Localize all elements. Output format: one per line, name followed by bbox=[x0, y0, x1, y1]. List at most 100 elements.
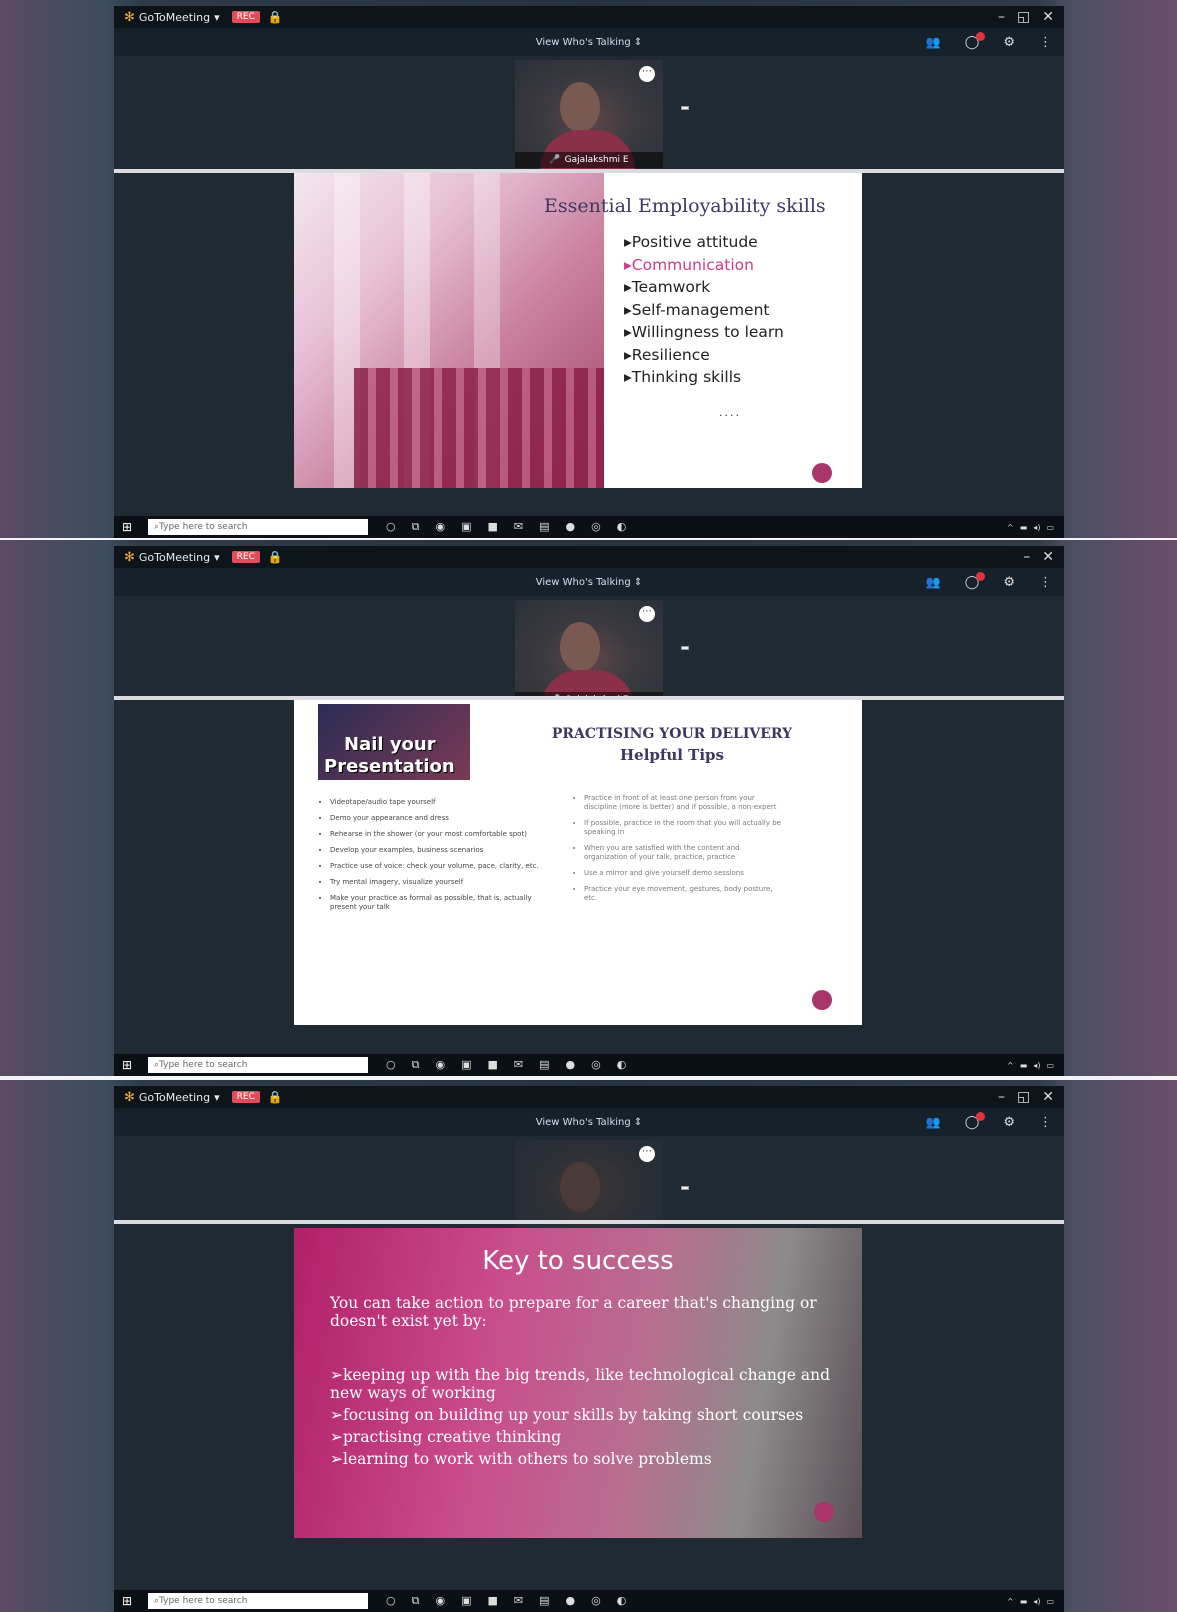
view-selector[interactable]: View Who's Talking ⇕ bbox=[536, 577, 643, 588]
slide-page-badge bbox=[814, 1502, 834, 1522]
restore-icon[interactable]: ◱ bbox=[1017, 9, 1030, 25]
taskbar-search-input[interactable]: ⌕ Type here to search bbox=[148, 1057, 368, 1073]
recording-dot-icon bbox=[976, 1111, 986, 1121]
taskbar-search-input[interactable]: ⌕ Type here to search bbox=[148, 1593, 368, 1609]
slide-photo bbox=[294, 173, 604, 488]
view-selector[interactable]: View Who's Talking ⇕ bbox=[536, 1117, 643, 1128]
slide-page-badge bbox=[812, 463, 832, 483]
edge-icon[interactable]: ◉ bbox=[435, 520, 445, 534]
skill-text: Teamwork bbox=[631, 278, 711, 296]
view-selector[interactable]: View Who's Talking ⇕ bbox=[536, 37, 643, 48]
chrome-icon[interactable]: ◎ bbox=[591, 520, 601, 534]
recording-badge[interactable]: REC bbox=[231, 551, 260, 563]
volume-icon[interactable]: ◂) bbox=[1033, 1061, 1040, 1070]
volume-icon[interactable]: ◂) bbox=[1033, 1597, 1040, 1606]
minimize-icon[interactable]: – bbox=[998, 1089, 1005, 1105]
gotomeeting-taskbar-icon[interactable]: ◐ bbox=[617, 1594, 627, 1608]
minimize-icon[interactable]: – bbox=[1023, 549, 1030, 565]
task-view-icon[interactable]: ⧉ bbox=[412, 1594, 420, 1608]
mail-icon[interactable]: ✉ bbox=[514, 1058, 523, 1072]
cortana-icon[interactable]: ○ bbox=[386, 1594, 396, 1608]
edge-icon[interactable]: ◉ bbox=[435, 1058, 445, 1072]
app-menu[interactable]: ✻ GoToMeeting ▾ bbox=[124, 10, 220, 25]
skill-text: Self-management bbox=[631, 300, 770, 319]
gotomeeting-taskbar-icon[interactable]: ◐ bbox=[617, 520, 627, 534]
windows-start-icon[interactable]: ⊞ bbox=[122, 1594, 138, 1608]
gear-icon[interactable]: ⚙ bbox=[1003, 575, 1015, 590]
ellipsis-icon[interactable]: ⋯ bbox=[639, 66, 655, 82]
app-menu[interactable]: ✻ GoToMeeting ▾ bbox=[124, 550, 220, 565]
store-icon[interactable]: ▣ bbox=[461, 1058, 471, 1072]
lock-icon[interactable]: 🔒 bbox=[268, 1090, 283, 1104]
chrome-icon[interactable]: ◎ bbox=[591, 1594, 601, 1608]
meeting-toolbar: View Who's Talking ⇕ 👥 ◯ ⚙ ⋮ bbox=[114, 28, 1064, 56]
windows-start-icon[interactable]: ⊞ bbox=[122, 1058, 138, 1072]
system-tray: ^ ▬ ◂) ▭ bbox=[1007, 1597, 1054, 1606]
battery-icon[interactable]: ▬ bbox=[1020, 1061, 1028, 1070]
close-icon[interactable]: ✕ bbox=[1042, 1089, 1054, 1105]
volume-icon[interactable]: ◂) bbox=[1033, 523, 1040, 532]
gotomeeting-taskbar-icon[interactable]: ◐ bbox=[617, 1058, 627, 1072]
app-icon[interactable]: ■ bbox=[487, 520, 497, 534]
app-menu[interactable]: ✻ GoToMeeting ▾ bbox=[124, 1090, 220, 1105]
more-options-icon[interactable]: ⋮ bbox=[1039, 575, 1052, 590]
tray-chevron-icon[interactable]: ^ bbox=[1007, 523, 1014, 532]
store-icon[interactable]: ▣ bbox=[461, 520, 471, 534]
task-view-icon[interactable]: ⧉ bbox=[412, 520, 420, 534]
tray-chevron-icon[interactable]: ^ bbox=[1007, 1597, 1014, 1606]
minimize-icon[interactable]: – bbox=[998, 9, 1005, 25]
close-icon[interactable]: ✕ bbox=[1042, 549, 1054, 565]
slide-heading: PRACTISING YOUR DELIVERY bbox=[551, 726, 793, 742]
firefox-icon[interactable]: ● bbox=[566, 520, 576, 534]
app-icon[interactable]: ■ bbox=[487, 1058, 497, 1072]
meeting-window: ✻ GoToMeeting ▾ REC 🔒 – ✕ View Who's Talkin… bbox=[114, 546, 1064, 1076]
task-view-icon[interactable]: ⧉ bbox=[412, 1058, 420, 1072]
close-icon[interactable]: ✕ bbox=[1042, 9, 1054, 25]
notification-icon[interactable]: ▭ bbox=[1046, 1061, 1054, 1070]
cortana-icon[interactable]: ○ bbox=[386, 520, 396, 534]
firefox-icon[interactable]: ● bbox=[566, 1058, 576, 1072]
attendees-icon[interactable]: 👥 bbox=[926, 1115, 941, 1129]
attendees-icon[interactable]: 👥 bbox=[926, 35, 941, 49]
more-options-icon[interactable]: ⋮ bbox=[1039, 1115, 1052, 1130]
webcam-tile[interactable]: ⋯ 🎤Gajalakshmi E bbox=[515, 600, 689, 710]
taskbar-search-input[interactable]: ⌕ Type here to search bbox=[148, 519, 368, 535]
chrome-icon[interactable]: ◎ bbox=[591, 1058, 601, 1072]
mail-icon[interactable]: ✉ bbox=[514, 1594, 523, 1608]
recording-dot-icon bbox=[976, 571, 986, 581]
more-options-icon[interactable]: ⋮ bbox=[1039, 35, 1052, 50]
battery-icon[interactable]: ▬ bbox=[1020, 523, 1028, 532]
firefox-icon[interactable]: ● bbox=[566, 1594, 576, 1608]
camera-icon[interactable]: ◯ bbox=[965, 571, 986, 590]
title-bar: ✻ GoToMeeting ▾ REC 🔒 – ◱ ✕ bbox=[114, 6, 1064, 28]
gear-icon[interactable]: ⚙ bbox=[1003, 35, 1015, 50]
edge-icon[interactable]: ◉ bbox=[435, 1594, 445, 1608]
photos-icon[interactable]: ▤ bbox=[539, 1058, 549, 1072]
cortana-icon[interactable]: ○ bbox=[386, 1058, 396, 1072]
attendees-icon[interactable]: 👥 bbox=[926, 575, 941, 589]
camera-icon[interactable]: ◯ bbox=[965, 1111, 986, 1130]
photos-icon[interactable]: ▤ bbox=[539, 1594, 549, 1608]
ellipsis-icon[interactable]: ⋯ bbox=[639, 1146, 655, 1162]
recording-badge[interactable]: REC bbox=[231, 1091, 260, 1103]
splitter-handle[interactable] bbox=[114, 1220, 1064, 1224]
store-icon[interactable]: ▣ bbox=[461, 1594, 471, 1608]
search-placeholder: Type here to search bbox=[159, 1060, 248, 1070]
photos-icon[interactable]: ▤ bbox=[539, 520, 549, 534]
mail-icon[interactable]: ✉ bbox=[514, 520, 523, 534]
list-item: Practice use of voice: check your volume… bbox=[330, 862, 542, 871]
camera-icon[interactable]: ◯ bbox=[965, 31, 986, 50]
battery-icon[interactable]: ▬ bbox=[1020, 1597, 1028, 1606]
lock-icon[interactable]: 🔒 bbox=[268, 550, 283, 564]
webcam-tile[interactable]: ⋯ 🎤Gajalakshmi E bbox=[515, 60, 689, 170]
notification-icon[interactable]: ▭ bbox=[1046, 523, 1054, 532]
recording-badge[interactable]: REC bbox=[231, 11, 260, 23]
tray-chevron-icon[interactable]: ^ bbox=[1007, 1061, 1014, 1070]
app-icon[interactable]: ■ bbox=[487, 1594, 497, 1608]
restore-icon[interactable]: ◱ bbox=[1017, 1089, 1030, 1105]
gear-icon[interactable]: ⚙ bbox=[1003, 1115, 1015, 1130]
notification-icon[interactable]: ▭ bbox=[1046, 1597, 1054, 1606]
ellipsis-icon[interactable]: ⋯ bbox=[639, 606, 655, 622]
windows-start-icon[interactable]: ⊞ bbox=[122, 520, 138, 534]
lock-icon[interactable]: 🔒 bbox=[268, 10, 283, 24]
